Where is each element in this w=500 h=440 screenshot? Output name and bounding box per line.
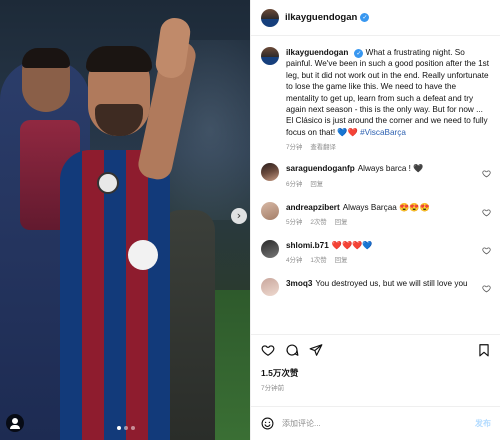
emoji-icon[interactable] — [261, 417, 274, 430]
comment-likes[interactable]: 1次赞 — [310, 255, 326, 264]
verified-badge-icon: ✓ — [354, 49, 364, 58]
reply-button[interactable]: 回复 — [335, 217, 348, 226]
comment-text: ❤️❤️❤️💙 — [331, 241, 373, 251]
share-icon[interactable] — [309, 343, 323, 357]
comment-text: Always Barçaa 😍😍😍 — [342, 202, 430, 212]
comment-username[interactable]: saraguendoganfp — [286, 164, 355, 173]
carousel-dots — [117, 426, 135, 430]
comment-username[interactable]: 3moq3 — [286, 279, 312, 288]
player-hair — [86, 46, 152, 72]
likes-count[interactable]: 1.5万次赞 — [261, 367, 491, 379]
bookmark-icon[interactable] — [477, 343, 491, 357]
comment-time: 5分钟 — [286, 219, 303, 227]
heart-icon[interactable] — [482, 246, 491, 255]
user-tag-icon[interactable] — [6, 414, 24, 432]
verified-badge-icon: ✓ — [360, 13, 370, 22]
chevron-right-icon[interactable]: › — [231, 208, 247, 224]
comment-icon[interactable] — [285, 343, 299, 357]
post-side-panel: ilkayguendogan ✓ ilkayguendogan ✓ What a … — [250, 0, 500, 440]
list-item: shlomi.b71 ❤️❤️❤️💙 4分钟 1次赞 回复 — [261, 240, 491, 264]
comment-input[interactable]: 添加评论... — [282, 418, 467, 429]
heart-icon[interactable] — [482, 208, 491, 217]
carousel-dot — [117, 426, 121, 430]
heart-icon[interactable] — [482, 169, 491, 178]
comment-username[interactable]: andreapzibert — [286, 203, 340, 212]
caption-username[interactable]: ilkayguendogan — [286, 48, 348, 57]
list-item: 3moq3 You destroyed us, but we will still… — [261, 278, 491, 297]
background-player-hair — [22, 48, 70, 68]
champions-league-badge — [97, 172, 119, 194]
reply-button[interactable]: 回复 — [335, 255, 348, 264]
player-jersey — [60, 150, 170, 440]
translate-link[interactable]: 查看翻译 — [310, 142, 336, 151]
carousel-dot — [131, 426, 135, 430]
heart-icon[interactable] — [261, 343, 275, 357]
comments-list[interactable]: ilkayguendogan ✓ What a frustrating night… — [251, 37, 500, 333]
caption-text: What a frustrating night. So painful. We… — [286, 48, 490, 137]
comment-text: You destroyed us, but we will still love… — [315, 279, 468, 289]
carousel-dot — [124, 426, 128, 430]
post-time: 7分钟前 — [261, 385, 285, 392]
post-comment-button[interactable]: 发布 — [475, 418, 491, 429]
avatar[interactable] — [261, 47, 279, 65]
post-actions: 1.5万次赞 7分钟前 — [251, 334, 500, 406]
list-item: saraguendoganfp Always barca ! 🖤 6分钟 回复 — [261, 163, 491, 188]
reply-button[interactable]: 回复 — [310, 179, 323, 188]
comment-text: Always barca ! 🖤 — [357, 164, 424, 174]
header-username[interactable]: ilkayguendogan — [285, 12, 357, 23]
avatar[interactable] — [261, 8, 279, 27]
caption-time: 7分钟 — [286, 144, 303, 152]
comment-time: 6分钟 — [286, 180, 303, 188]
avatar[interactable] — [261, 201, 279, 220]
post-header: ilkayguendogan ✓ — [251, 0, 500, 36]
avatar[interactable] — [261, 240, 279, 259]
list-item: andreapzibert Always Barçaa 😍😍😍 5分钟 2次赞 回… — [261, 201, 491, 227]
comment-likes[interactable]: 2次赞 — [310, 217, 326, 226]
add-comment-bar: 添加评论... 发布 — [251, 406, 500, 440]
post-photo[interactable]: › — [0, 0, 250, 440]
comment-time: 4分钟 — [286, 257, 303, 265]
avatar[interactable] — [261, 163, 279, 182]
caption-hashtag[interactable]: #ViscaBarça — [360, 128, 406, 137]
caption: ilkayguendogan ✓ What a frustrating night… — [261, 47, 491, 151]
comment-username[interactable]: shlomi.b71 — [286, 241, 329, 250]
sponsor-logo — [128, 240, 158, 270]
avatar[interactable] — [261, 278, 279, 297]
heart-icon[interactable] — [482, 284, 491, 293]
